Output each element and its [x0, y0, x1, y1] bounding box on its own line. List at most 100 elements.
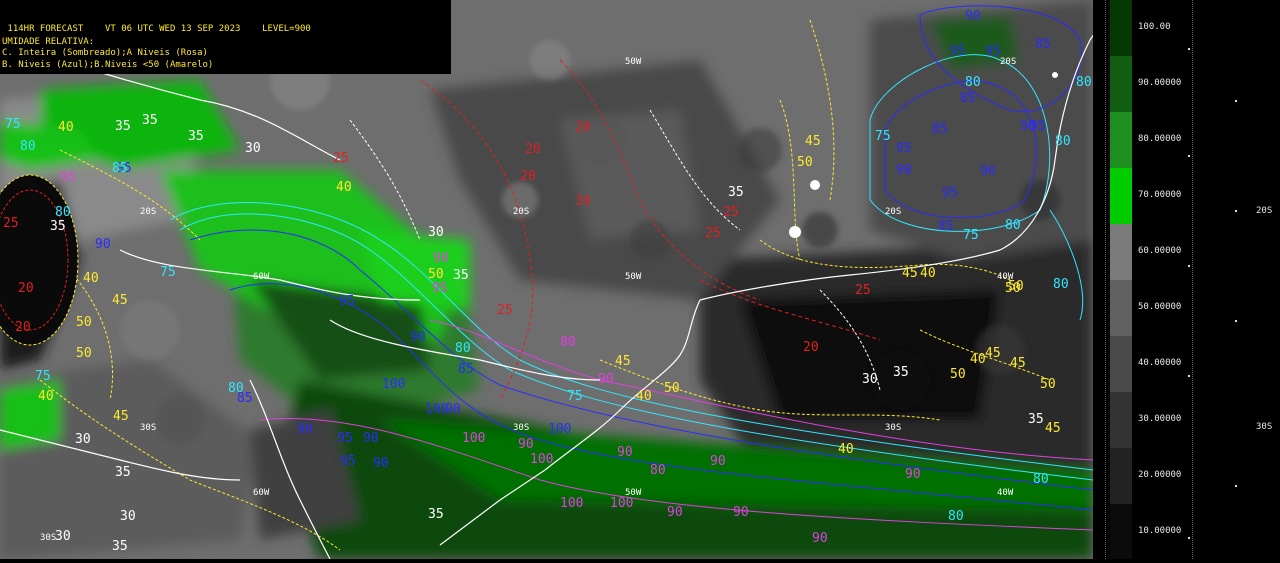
contour-label-yellow: 40	[336, 180, 352, 195]
grid-label: 30S	[885, 423, 901, 433]
contour-label-yellow: 45	[112, 293, 128, 308]
contour-label-red: 20	[575, 120, 591, 135]
contour-label-red: 20	[15, 320, 31, 335]
contour-label-yellow: 45	[902, 266, 918, 281]
contour-label-blue: 90	[373, 456, 389, 471]
contour-label-yellow: 40	[970, 352, 986, 367]
contour-label-yellow: 45	[1045, 421, 1061, 436]
grid-label: 50W	[625, 57, 642, 67]
grid-label: 50W	[625, 488, 642, 498]
contour-label-yellow: 40	[58, 120, 74, 135]
contour-label-white: 30	[428, 225, 444, 240]
colorbar-swatch	[1110, 448, 1132, 504]
contour-label-cyan: 75	[5, 117, 21, 132]
contour-label-white: 35	[142, 113, 158, 128]
contour-label-cyan: 80	[1055, 134, 1071, 149]
grid-dot	[1235, 485, 1237, 487]
contour-label-red: 25	[3, 216, 19, 231]
contour-label-blue: 95	[950, 44, 966, 59]
contour-label-blue: 95	[942, 186, 958, 201]
contour-label-yellow: 50	[950, 367, 966, 382]
grid-label: 20S	[1000, 57, 1016, 67]
colorbar-label: 10.00000	[1138, 526, 1182, 536]
contour-label-pink: 90	[617, 445, 633, 460]
forecast-header: 114HR FORECAST VT 06 UTC WED 13 SEP 2023…	[0, 0, 451, 74]
contour-label-cyan: 80	[948, 509, 964, 524]
contour-label-blue: 85	[1035, 37, 1051, 52]
colorbar-label: 90.00000	[1138, 78, 1182, 88]
grid-dot	[1188, 48, 1190, 50]
contour-label-cyan: 80	[965, 75, 981, 90]
contour-label-yellow: 45	[805, 134, 821, 149]
contour-label-cyan: 75	[35, 369, 51, 384]
colorbar-swatch	[1110, 224, 1132, 280]
grid-dot	[1188, 375, 1190, 377]
grid-label: 20S	[140, 207, 156, 217]
contour-label-blue: 95	[985, 44, 1001, 59]
contour-label-pink: 100	[560, 496, 583, 511]
contour-label-blue: 90	[297, 422, 313, 437]
contour-label-blue: 90	[965, 9, 981, 24]
contour-label-white: 30	[245, 141, 261, 156]
grid-label: 30S	[40, 533, 56, 543]
contour-label-pink: 100	[530, 452, 553, 467]
contour-label-cyan: 80	[55, 205, 71, 220]
contour-label-pink: 90	[518, 437, 534, 452]
variable-title: UMIDADE RELATIVA:	[2, 37, 95, 47]
grid-dot	[1188, 265, 1190, 267]
contour-label-white: 35	[728, 185, 744, 200]
contour-label-blue: 95	[337, 431, 353, 446]
contour-label-cyan: 80	[20, 139, 36, 154]
contour-label-blue: 90	[445, 402, 461, 417]
contour-label-cyan: 75	[875, 129, 891, 144]
contour-label-red: 30	[575, 194, 591, 209]
contour-label-white: 35	[1028, 412, 1044, 427]
contour-label-yellow: 50	[76, 315, 92, 330]
colorbar-swatch	[1110, 336, 1132, 392]
contour-label-red: 25	[705, 226, 721, 241]
contour-label-cyan: 75	[160, 265, 176, 280]
colorbar-swatch	[1110, 504, 1132, 559]
grid-dot	[1235, 100, 1237, 102]
colorbar-label: 80.00000	[1138, 134, 1182, 144]
contour-label-blue: 95	[1030, 119, 1046, 134]
contour-label-cyan: 80	[1076, 75, 1092, 90]
contour-label-white: 35	[115, 119, 131, 134]
contour-label-pink: 95	[432, 281, 448, 296]
contour-label-white: 35	[115, 465, 131, 480]
grid-label: 40W	[997, 488, 1014, 498]
contour-label-yellow: 45	[113, 409, 129, 424]
contour-label-blue: 100	[548, 422, 571, 437]
contour-label-blue: 90	[363, 431, 379, 446]
grid-label: 20S	[513, 207, 529, 217]
contour-label-white: 30	[75, 432, 91, 447]
contour-label-pink: 95	[60, 170, 76, 185]
contour-label-cyan: 80	[228, 381, 244, 396]
contour-label-yellow: 40	[838, 442, 854, 457]
contour-label-white: 35	[50, 219, 66, 234]
colorbar-label: 30.00000	[1138, 414, 1182, 424]
contour-label-yellow: 50	[664, 381, 680, 396]
grid-label: 20S	[1256, 206, 1273, 216]
grid-dot	[1235, 320, 1237, 322]
contour-label-red: 20	[18, 281, 34, 296]
contour-label-white: 30	[862, 372, 878, 387]
contour-label-red: 25	[497, 303, 513, 318]
contour-label-red: 20	[803, 340, 819, 355]
contour-legend: B. Niveis (Azul);B.Niveis <50 (Amarelo)	[2, 60, 214, 70]
panel-divider	[1192, 0, 1193, 559]
contour-label-red: 25	[855, 283, 871, 298]
grid-label: 20S	[885, 207, 901, 217]
contour-label-pink: 90	[905, 467, 921, 482]
contour-label-blue: 90	[896, 163, 912, 178]
colorbar-label: 70.00000	[1138, 190, 1182, 200]
grid-label: 30S	[140, 423, 156, 433]
contour-label-white: 35	[453, 268, 469, 283]
contour-label-yellow: 45	[615, 354, 631, 369]
grid-label: 30S	[1256, 422, 1273, 432]
colorbar-label: 50.00000	[1138, 302, 1182, 312]
colorbar-swatch	[1110, 392, 1132, 448]
contour-label-blue: 95	[340, 454, 356, 469]
grid-label: 60W	[253, 488, 270, 498]
contour-label-pink: 90	[598, 372, 614, 387]
